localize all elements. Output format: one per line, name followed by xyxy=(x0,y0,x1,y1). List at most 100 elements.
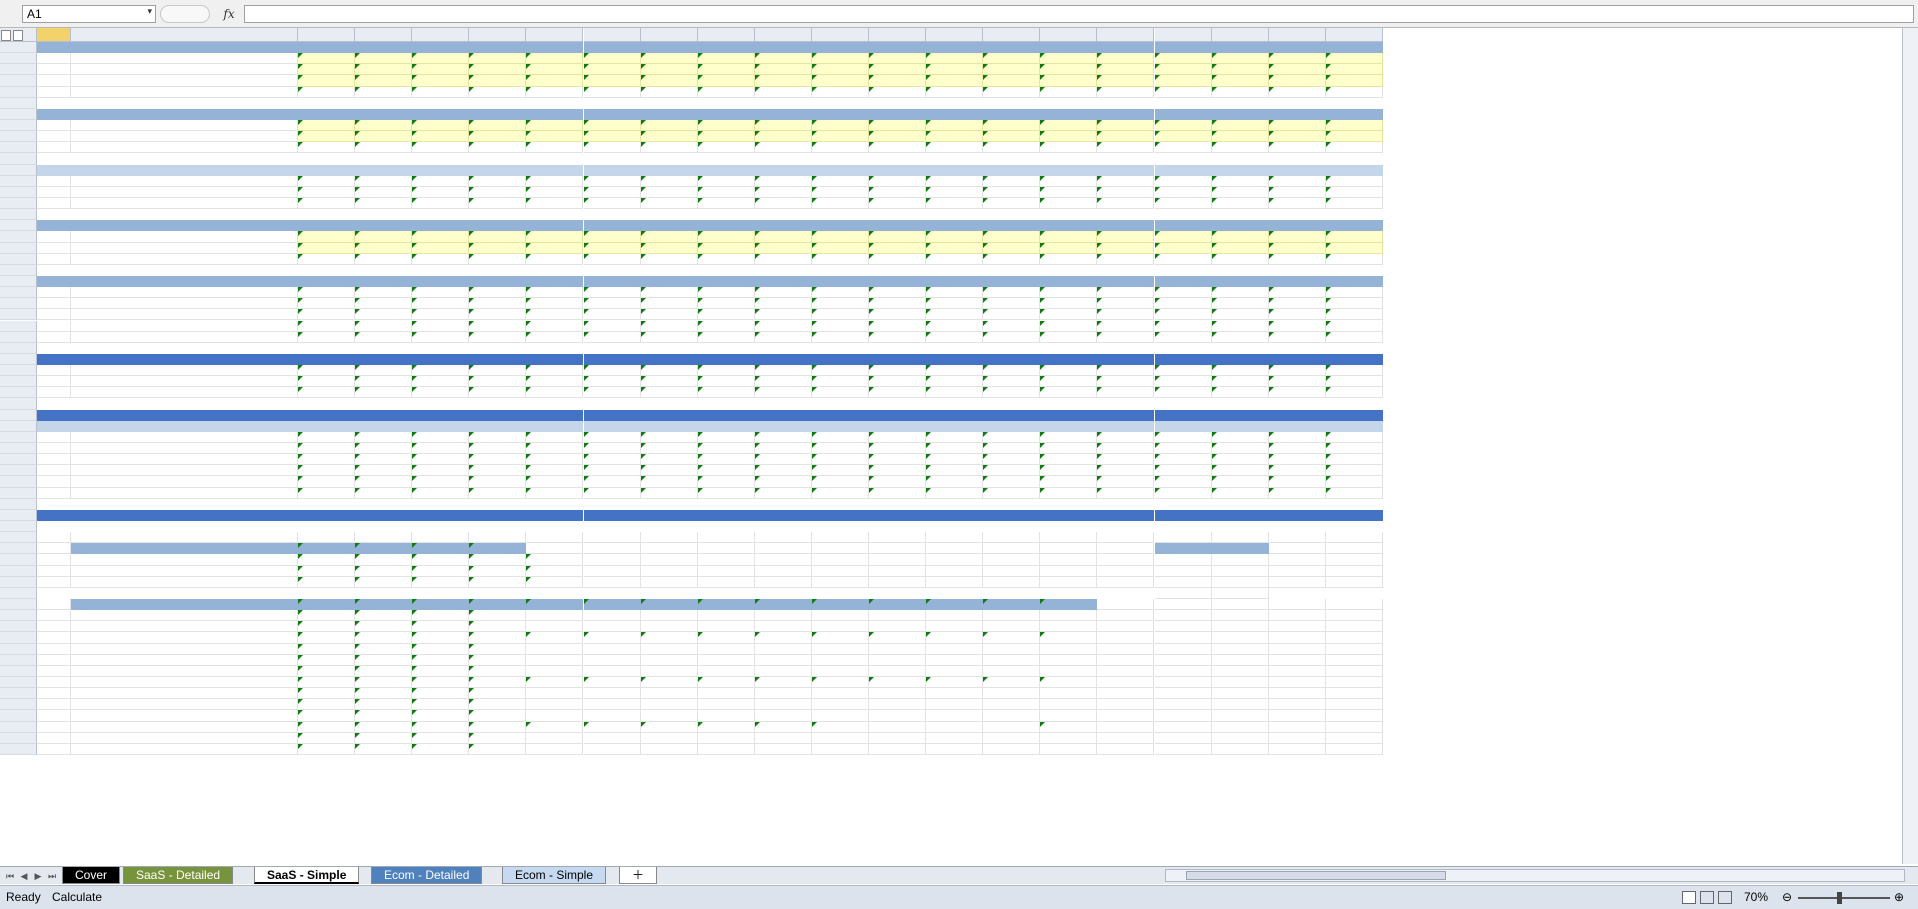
cell-g130[interactable] xyxy=(526,242,584,254)
cell-g143[interactable] xyxy=(526,387,584,399)
cell-f168[interactable] xyxy=(469,665,527,677)
column-header-k[interactable] xyxy=(754,28,812,42)
cell-a134[interactable] xyxy=(37,287,71,299)
cell-t115[interactable] xyxy=(1268,75,1326,87)
cell-n142[interactable] xyxy=(926,376,984,388)
cell-l135[interactable] xyxy=(811,298,869,310)
cell-k145[interactable] xyxy=(754,409,812,421)
cell-d119[interactable] xyxy=(355,119,413,132)
cell-p128[interactable] xyxy=(1040,220,1098,232)
cell-i119[interactable] xyxy=(640,119,698,132)
cell-t175[interactable] xyxy=(1268,743,1326,755)
cell-f171[interactable] xyxy=(469,699,527,711)
cell-b166[interactable] xyxy=(71,643,298,655)
cell-p149[interactable] xyxy=(1040,454,1098,466)
cell-r171[interactable] xyxy=(1154,699,1212,711)
cell-g118[interactable] xyxy=(526,108,584,120)
cell-b134[interactable] xyxy=(71,287,298,299)
cell-q162[interactable] xyxy=(1097,599,1155,611)
cell-g175[interactable] xyxy=(526,743,584,755)
cell-b131[interactable] xyxy=(71,253,298,265)
cell-k157[interactable] xyxy=(754,543,812,555)
cell-k114[interactable] xyxy=(754,64,812,76)
cell-a170[interactable] xyxy=(37,688,71,700)
cell-n170[interactable] xyxy=(926,688,984,700)
cell-m148[interactable] xyxy=(869,443,927,455)
row-header[interactable] xyxy=(0,498,37,510)
cell-r135[interactable] xyxy=(1154,298,1212,310)
cell-a138[interactable] xyxy=(37,331,71,343)
cell-d146[interactable] xyxy=(355,420,413,432)
cell-k130[interactable] xyxy=(754,242,812,254)
row-header[interactable] xyxy=(0,376,37,388)
cell-b114[interactable] xyxy=(71,64,298,76)
cell-l160[interactable] xyxy=(811,576,869,588)
cell-g154[interactable] xyxy=(526,509,584,521)
column-header-r[interactable] xyxy=(1154,28,1212,42)
cell-g129[interactable] xyxy=(526,231,584,243)
cell-t159[interactable] xyxy=(1268,565,1326,577)
cell-u149[interactable] xyxy=(1325,454,1383,466)
cell-j165[interactable] xyxy=(697,632,755,644)
cell-n128[interactable] xyxy=(926,220,984,232)
cell-h168[interactable] xyxy=(583,665,641,677)
cell-b148[interactable] xyxy=(71,443,298,455)
cell-q172[interactable] xyxy=(1097,710,1155,722)
cell-m114[interactable] xyxy=(869,64,927,76)
cell-p137[interactable] xyxy=(1040,320,1098,332)
cell-p154[interactable] xyxy=(1040,509,1098,521)
cell-o115[interactable] xyxy=(983,75,1041,87)
cell-j168[interactable] xyxy=(697,665,755,677)
cell-r113[interactable] xyxy=(1154,53,1212,65)
cell-l145[interactable] xyxy=(811,409,869,421)
cell-i166[interactable] xyxy=(640,643,698,655)
cell-p123[interactable] xyxy=(1040,164,1098,176)
cell-s162[interactable] xyxy=(1211,599,1269,611)
cell-o152[interactable] xyxy=(983,487,1041,499)
cell-c167[interactable] xyxy=(298,654,356,666)
row-header[interactable] xyxy=(0,676,37,689)
cell-u142[interactable] xyxy=(1325,376,1383,388)
cell-k133[interactable] xyxy=(754,275,812,288)
cell-l170[interactable] xyxy=(811,688,869,700)
cell-e171[interactable] xyxy=(412,699,470,711)
cell-j114[interactable] xyxy=(697,64,755,76)
cell-i171[interactable] xyxy=(640,699,698,711)
cell-o148[interactable] xyxy=(983,443,1041,455)
cell-k159[interactable] xyxy=(754,565,812,577)
cell-e129[interactable] xyxy=(412,231,470,243)
cell-e168[interactable] xyxy=(412,665,470,677)
cell-p152[interactable] xyxy=(1040,487,1098,499)
cell-k160[interactable] xyxy=(754,576,812,588)
cell-m154[interactable] xyxy=(869,509,927,521)
cell-i140[interactable] xyxy=(640,353,698,366)
cell-t151[interactable] xyxy=(1268,476,1326,488)
zoom-slider-thumb[interactable] xyxy=(1836,892,1842,904)
cell-p119[interactable] xyxy=(1040,119,1098,132)
cell-u121[interactable] xyxy=(1325,142,1383,154)
cell-n168[interactable] xyxy=(926,665,984,677)
cell-e160[interactable] xyxy=(412,576,470,588)
cell-f165[interactable] xyxy=(469,632,527,644)
cell-c123[interactable] xyxy=(298,164,356,176)
cell-h129[interactable] xyxy=(583,231,641,243)
row-header[interactable] xyxy=(0,298,37,310)
cell-u128[interactable] xyxy=(1325,220,1383,232)
cell-m134[interactable] xyxy=(869,287,927,299)
cell-l141[interactable] xyxy=(811,365,869,377)
cell-a121[interactable] xyxy=(37,142,71,154)
cell-m126[interactable] xyxy=(869,197,927,210)
cell-m172[interactable] xyxy=(869,710,927,722)
cell-a131[interactable] xyxy=(37,253,71,265)
cell-f135[interactable] xyxy=(469,298,527,310)
cell-k152[interactable] xyxy=(754,487,812,499)
cell-d154[interactable] xyxy=(355,509,413,521)
cell-h172[interactable] xyxy=(583,710,641,722)
cell-p145[interactable] xyxy=(1040,409,1098,421)
cell-l128[interactable] xyxy=(811,220,869,232)
cell-l131[interactable] xyxy=(811,253,869,265)
cell-t134[interactable] xyxy=(1268,287,1326,299)
cell-p173[interactable] xyxy=(1040,721,1098,733)
cell-l150[interactable] xyxy=(811,465,869,477)
cell-u133[interactable] xyxy=(1325,275,1383,288)
